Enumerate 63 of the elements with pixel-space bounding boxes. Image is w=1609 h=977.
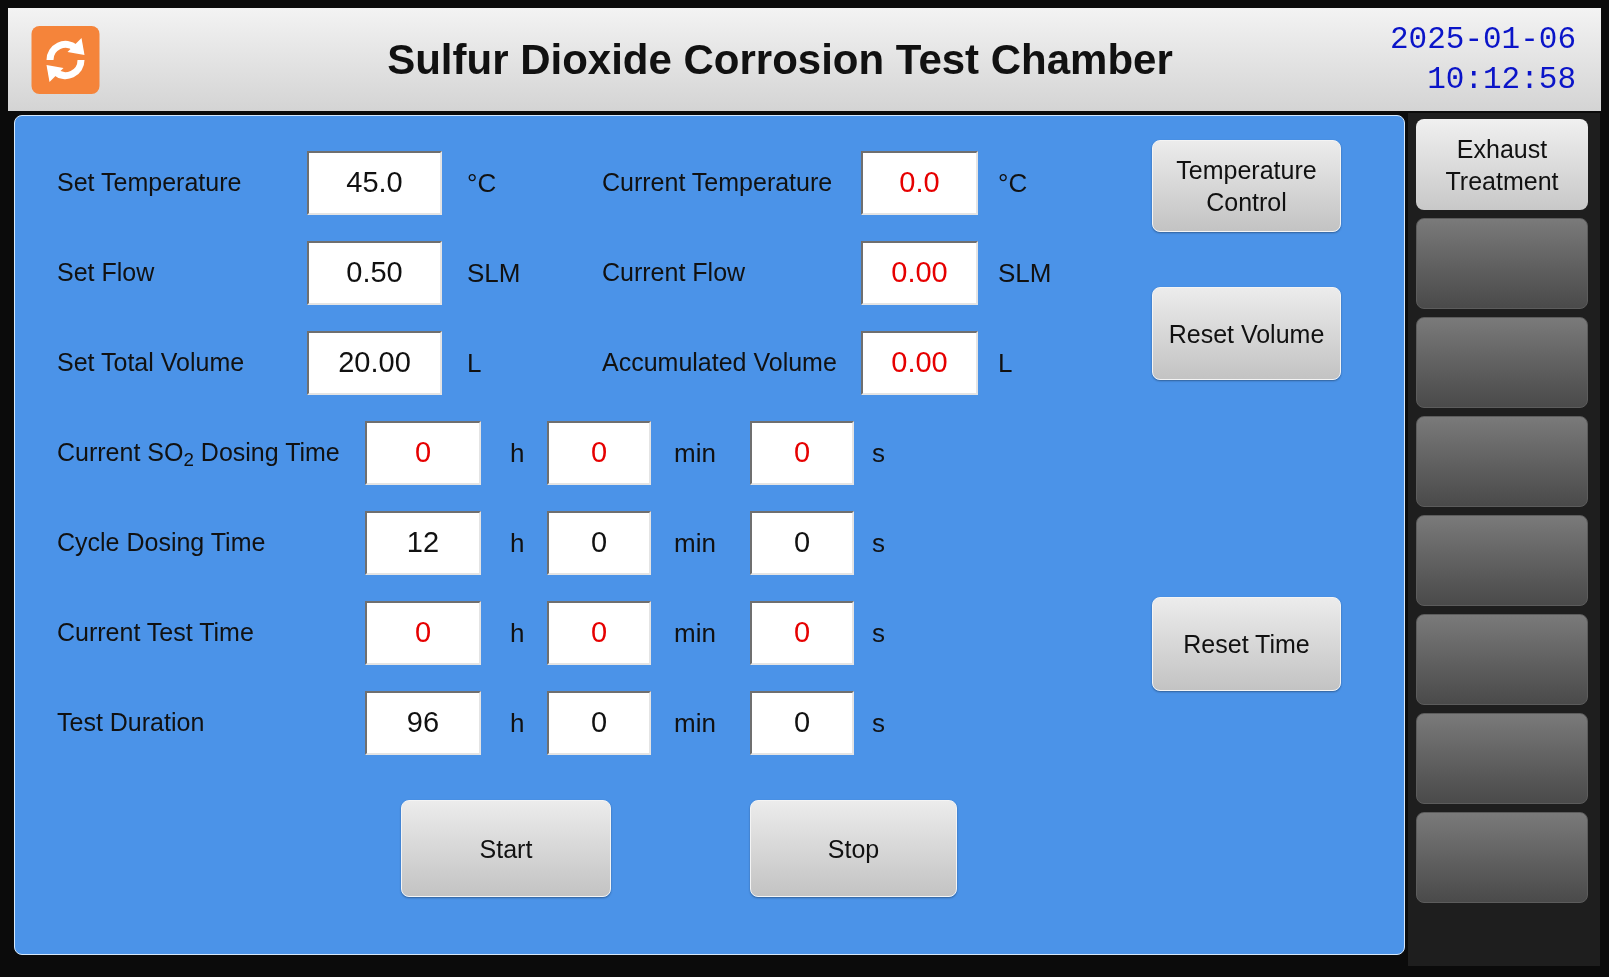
unit-label: s [872,526,885,560]
unit-label: L [467,346,482,380]
unit-label: SLM [467,256,521,290]
field-label: Set Flow [57,257,156,289]
value-display: 0 [365,601,481,665]
unit-label: °C [467,166,497,200]
input-field[interactable]: 20.00 [307,331,442,395]
value-display: 0 [547,601,651,665]
unit-label: L [998,346,1013,380]
unit-label: h [510,616,525,650]
unit-label: min [674,706,716,740]
field-label: Set Temperature [57,167,243,199]
refresh-icon[interactable] [31,25,100,94]
unit-label: °C [998,166,1028,200]
window-title: Sulfur Dioxide Corrosion Test Chamber [387,35,1173,85]
value-display: 0.0 [861,151,978,215]
value-display: 0 [547,421,651,485]
blank-menu-button[interactable] [1416,515,1588,606]
field-label: Accumulated Volume [602,347,838,379]
value-display: 0.00 [861,241,978,305]
blank-menu-button[interactable] [1416,614,1588,705]
field-label: Cycle Dosing Time [57,527,267,559]
unit-label: s [872,616,885,650]
input-field[interactable]: 45.0 [307,151,442,215]
value-display: 0.00 [861,331,978,395]
blank-menu-button[interactable] [1416,812,1588,903]
unit-label: s [872,436,885,470]
control-button[interactable]: Reset Time [1152,597,1341,691]
input-field[interactable]: 96 [365,691,481,755]
unit-label: h [510,526,525,560]
menu-button[interactable]: Exhaust Treatment [1416,119,1588,210]
unit-label: h [510,436,525,470]
blank-menu-button[interactable] [1416,317,1588,408]
value-display: 0 [365,421,481,485]
field-label: Set Total Volume [57,347,246,379]
input-field[interactable]: 0 [547,691,651,755]
unit-label: h [510,706,525,740]
date-text: 2025-01-06 [1389,20,1576,59]
blank-menu-button[interactable] [1416,416,1588,507]
value-display: 0 [750,421,854,485]
input-field[interactable]: 0 [547,511,651,575]
unit-label: min [674,616,716,650]
field-label: Test Duration [57,707,206,739]
field-label: Current Temperature [602,167,834,199]
input-field[interactable]: 0 [750,691,854,755]
time-text: 10:12:58 [1427,60,1576,99]
unit-label: SLM [998,256,1052,290]
unit-label: min [674,436,716,470]
control-button[interactable]: Reset Volume [1152,287,1341,380]
field-label: Current SO$_{2}$ Dosing Time [57,437,341,472]
unit-label: min [674,526,716,560]
input-field[interactable]: 0 [750,511,854,575]
value-display: 0 [750,601,854,665]
action-button[interactable]: Start [401,800,611,897]
blank-menu-button[interactable] [1416,713,1588,804]
blank-menu-button[interactable] [1416,218,1588,309]
field-label: Current Test Time [57,617,255,649]
control-button[interactable]: Temperature Control [1152,140,1341,232]
field-label: Current Flow [602,257,747,289]
unit-label: s [872,706,885,740]
input-field[interactable]: 12 [365,511,481,575]
input-field[interactable]: 0.50 [307,241,442,305]
action-button[interactable]: Stop [750,800,957,897]
